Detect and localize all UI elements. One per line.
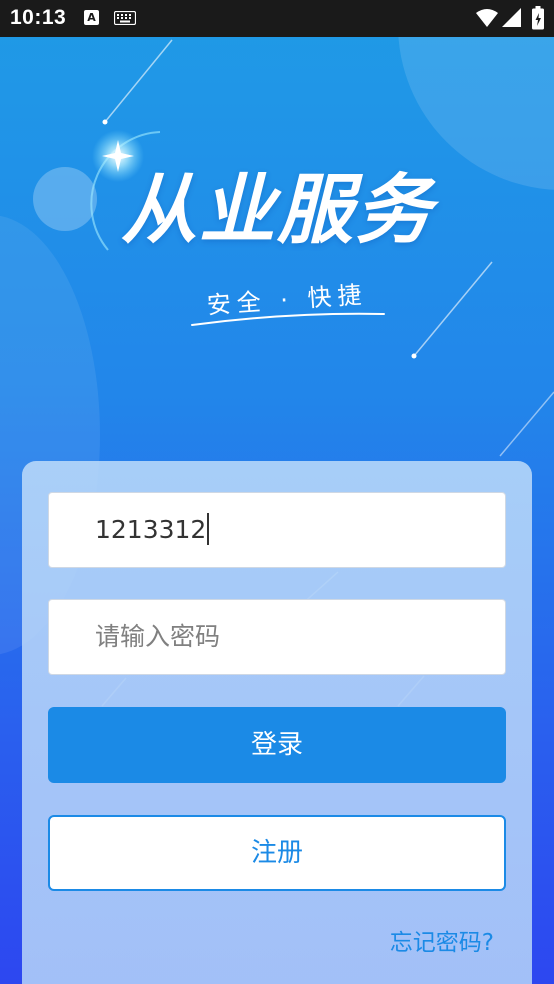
a-icon: A [84,10,99,25]
wifi-icon [476,9,498,27]
login-card: 1213312 请输入密码 登录 注册 忘记密码? [22,461,532,984]
username-input[interactable]: 1213312 [48,492,506,568]
login-button[interactable]: 登录 [48,707,506,783]
forgot-password-link[interactable]: 忘记密码? [390,923,494,957]
password-input[interactable]: 请输入密码 [48,599,506,675]
status-bar: 10:13 A [0,0,554,37]
text-cursor [207,513,210,545]
app-title: 从业服务 [121,165,433,254]
battery-icon [532,6,544,30]
signal-icon [502,8,521,27]
keyboard-icon [114,11,136,25]
register-button[interactable]: 注册 [48,815,506,891]
login-screen: 10:13 A 从业服务 安全 · 快捷 1213312 请输入密码 登录 注册… [0,0,554,984]
app-subtitle: 安全 · 快捷 [205,280,369,320]
status-time: 10:13 [10,6,67,29]
password-placeholder: 请输入密码 [95,622,221,651]
username-value: 1213312 [95,515,207,544]
